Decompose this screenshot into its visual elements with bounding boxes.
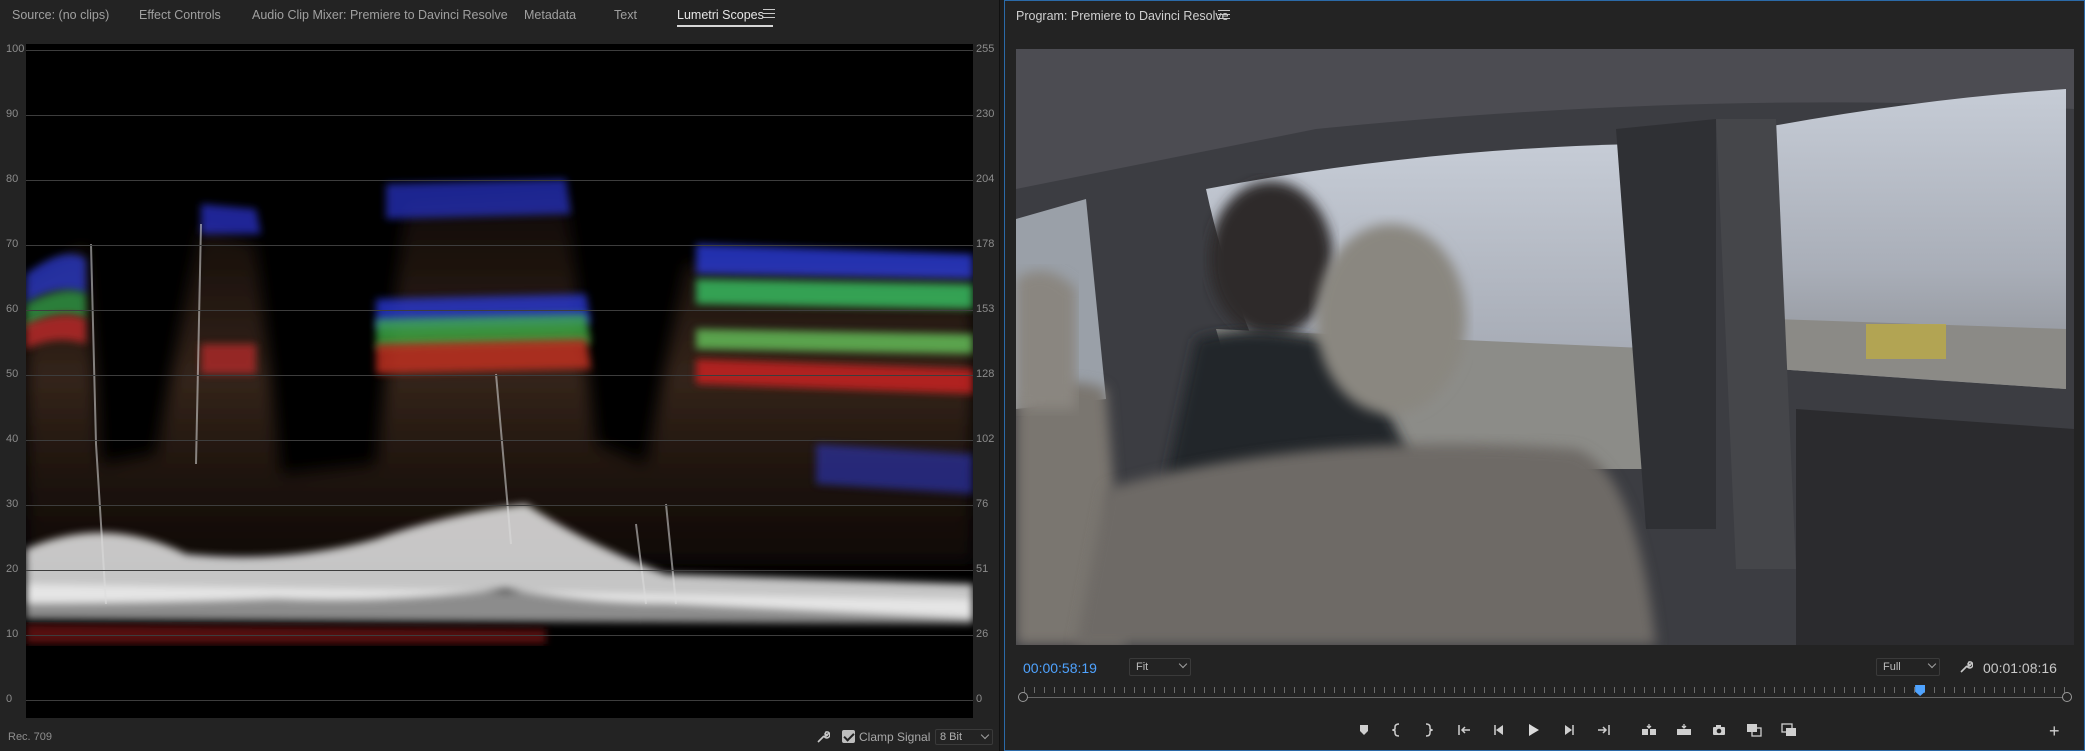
time-ruler[interactable] <box>1016 685 2074 707</box>
waveform-display <box>26 44 973 718</box>
tab-text[interactable]: Text <box>614 8 637 22</box>
export-frame-icon[interactable] <box>1710 721 1728 739</box>
code-value-scale-label: 255 <box>976 43 995 55</box>
waveform-gridline <box>26 180 973 181</box>
playback-resolution-value: Full <box>1883 661 1901 673</box>
chevron-down-icon <box>1927 659 1937 669</box>
wrench-icon[interactable] <box>816 730 830 744</box>
ruler-track <box>1024 697 2066 698</box>
code-value-scale-label: 26 <box>976 628 989 640</box>
add-marker-icon[interactable] <box>1355 721 1373 739</box>
current-timecode[interactable]: 00:00:58:19 <box>1023 660 1097 676</box>
waveform-gridline <box>26 700 973 701</box>
color-space-label[interactable]: Rec. 709 <box>8 731 52 743</box>
ire-scale-label: 70 <box>6 238 19 250</box>
ire-scale-label: 10 <box>6 628 19 640</box>
waveform-gridline <box>26 440 973 441</box>
ruler-ticks <box>1024 687 2066 693</box>
code-value-scale-label: 128 <box>976 368 995 380</box>
code-value-scale-label: 76 <box>976 498 989 510</box>
go-to-in-icon[interactable] <box>1455 721 1473 739</box>
waveform-gridline <box>26 50 973 51</box>
video-preview[interactable] <box>1016 49 2074 645</box>
program-monitor-title[interactable]: Program: Premiere to Davinci Resolve <box>1016 9 1229 23</box>
bit-depth-value: 8 Bit <box>940 731 963 743</box>
ire-scale-label: 90 <box>6 108 19 120</box>
mark-out-icon[interactable] <box>1419 721 1437 739</box>
lumetri-scopes-panel: Source: (no clips) Effect Controls Audio… <box>0 0 1000 751</box>
overwrite-icon[interactable] <box>1675 721 1693 739</box>
play-icon[interactable] <box>1525 721 1543 739</box>
tab-audio-clip-mixer[interactable]: Audio Clip Mixer: Premiere to Davinci Re… <box>252 8 508 22</box>
waveform-gridline <box>26 115 973 116</box>
playhead[interactable] <box>1915 685 1926 696</box>
step-back-icon[interactable] <box>1490 721 1508 739</box>
waveform-gridline <box>26 310 973 311</box>
code-value-scale-label: 102 <box>976 433 995 445</box>
step-forward-icon[interactable] <box>1560 721 1578 739</box>
waveform-gridline <box>26 375 973 376</box>
scope-footer: Rec. 709 Clamp Signal 8 Bit <box>0 723 1000 751</box>
waveform-traces <box>26 179 973 644</box>
ire-scale-label: 30 <box>6 498 19 510</box>
code-value-scale-label: 230 <box>976 108 995 120</box>
ire-scale-label: 0 <box>6 693 13 705</box>
tab-effect-controls[interactable]: Effect Controls <box>139 8 221 22</box>
code-value-scale-label: 204 <box>976 173 995 185</box>
ire-scale-label: 40 <box>6 433 19 445</box>
toggle-proxies-icon[interactable] <box>1780 721 1798 739</box>
code-value-scale-label: 51 <box>976 563 989 575</box>
zoom-handle-right[interactable] <box>2062 692 2072 702</box>
program-monitor-panel: Program: Premiere to Davinci Resolve 00:… <box>1004 0 2085 751</box>
zoom-level-dropdown[interactable]: Fit <box>1129 658 1191 676</box>
waveform-gridline <box>26 635 973 636</box>
insert-icon[interactable] <box>1640 721 1658 739</box>
comparison-view-icon[interactable] <box>1745 721 1763 739</box>
tab-lumetri-scopes[interactable]: Lumetri Scopes <box>677 8 764 22</box>
tab-source[interactable]: Source: (no clips) <box>12 8 109 22</box>
ire-scale-label: 20 <box>6 563 19 575</box>
code-value-scale-label: 178 <box>976 238 995 250</box>
transport-controls: + <box>1005 721 2085 743</box>
ire-scale-label: 60 <box>6 303 19 315</box>
go-to-out-icon[interactable] <box>1595 721 1613 739</box>
ire-scale-label: 100 <box>6 43 25 55</box>
duration-timecode: 00:01:08:16 <box>1983 660 2057 676</box>
code-value-scale-label: 153 <box>976 303 995 315</box>
panel-tab-bar: Source: (no clips) Effect Controls Audio… <box>0 0 999 30</box>
active-tab-underline <box>677 25 773 27</box>
clamp-signal-checkbox[interactable] <box>842 730 855 743</box>
waveform-gridline <box>26 245 973 246</box>
video-frame-image <box>1016 49 2074 645</box>
mark-in-icon[interactable] <box>1388 721 1406 739</box>
bit-depth-dropdown[interactable]: 8 Bit <box>935 729 993 745</box>
zoom-handle-left[interactable] <box>1018 692 1028 702</box>
waveform-scope: 100 255 90 230 80 204 70 178 60 153 50 128 40 102 30 76… <box>0 36 1000 726</box>
chevron-down-icon <box>1178 659 1188 669</box>
ire-scale-label: 50 <box>6 368 19 380</box>
zoom-level-value: Fit <box>1136 661 1149 673</box>
add-button-icon[interactable]: + <box>2049 721 2060 742</box>
wrench-icon[interactable] <box>1959 660 1973 674</box>
chevron-down-icon <box>980 730 990 740</box>
tab-metadata[interactable]: Metadata <box>524 8 576 22</box>
code-value-scale-label: 0 <box>976 693 983 705</box>
ire-scale-label: 80 <box>6 173 19 185</box>
playback-resolution-dropdown[interactable]: Full <box>1876 658 1940 676</box>
waveform-gridline <box>26 505 973 506</box>
panel-menu-icon[interactable] <box>763 6 775 18</box>
waveform-gridline <box>26 570 973 571</box>
panel-menu-icon[interactable] <box>1218 7 1230 19</box>
clamp-signal-label[interactable]: Clamp Signal <box>859 730 930 744</box>
